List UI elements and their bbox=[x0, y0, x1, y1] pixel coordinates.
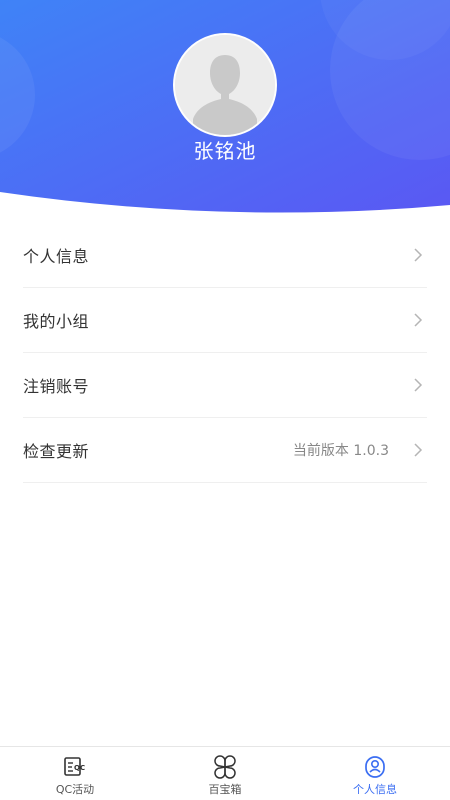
tab-label: 百宝箱 bbox=[208, 783, 242, 796]
chevron-right-icon bbox=[414, 378, 423, 392]
user-icon bbox=[365, 756, 385, 778]
menu-item-label: 注销账号 bbox=[23, 377, 90, 396]
menu-item-label: 检查更新 bbox=[23, 442, 90, 461]
menu-item-label: 我的小组 bbox=[23, 312, 90, 331]
bottom-tab-bar: QC QC活动 百宝箱 个人信息 bbox=[0, 746, 450, 800]
menu-item-check-update[interactable]: 检查更新 当前版本 1.0.3 bbox=[23, 418, 427, 483]
menu-item-personal-info[interactable]: 个人信息 bbox=[23, 223, 427, 288]
tab-personal-info[interactable]: 个人信息 bbox=[300, 747, 450, 800]
default-avatar-icon bbox=[175, 35, 275, 135]
tab-label: 个人信息 bbox=[353, 783, 397, 796]
menu-item-delete-account[interactable]: 注销账号 bbox=[23, 353, 427, 418]
qc-activity-icon: QC bbox=[64, 757, 85, 776]
tab-label: QC活动 bbox=[55, 783, 95, 796]
svg-text:QC: QC bbox=[74, 764, 85, 772]
toolbox-icon bbox=[214, 755, 236, 779]
tab-toolbox[interactable]: 百宝箱 bbox=[150, 747, 300, 800]
menu-item-label: 个人信息 bbox=[23, 247, 90, 266]
profile-header: 张铭池 bbox=[0, 0, 450, 220]
avatar[interactable] bbox=[173, 33, 277, 137]
chevron-right-icon bbox=[414, 443, 423, 457]
menu-item-my-group[interactable]: 我的小组 bbox=[23, 288, 427, 353]
settings-menu: 个人信息 我的小组 注销账号 检查更新 当前版本 1.0.3 bbox=[0, 223, 450, 483]
profile-screen: 张铭池 个人信息 我的小组 注销账号 检查更新 当前版本 1.0.3 QC QC… bbox=[0, 0, 450, 800]
username: 张铭池 bbox=[193, 139, 257, 163]
tab-qc-activity[interactable]: QC QC活动 bbox=[0, 747, 150, 800]
chevron-right-icon bbox=[414, 313, 423, 327]
chevron-right-icon bbox=[414, 248, 423, 262]
app-version: 当前版本 1.0.3 bbox=[292, 443, 389, 459]
